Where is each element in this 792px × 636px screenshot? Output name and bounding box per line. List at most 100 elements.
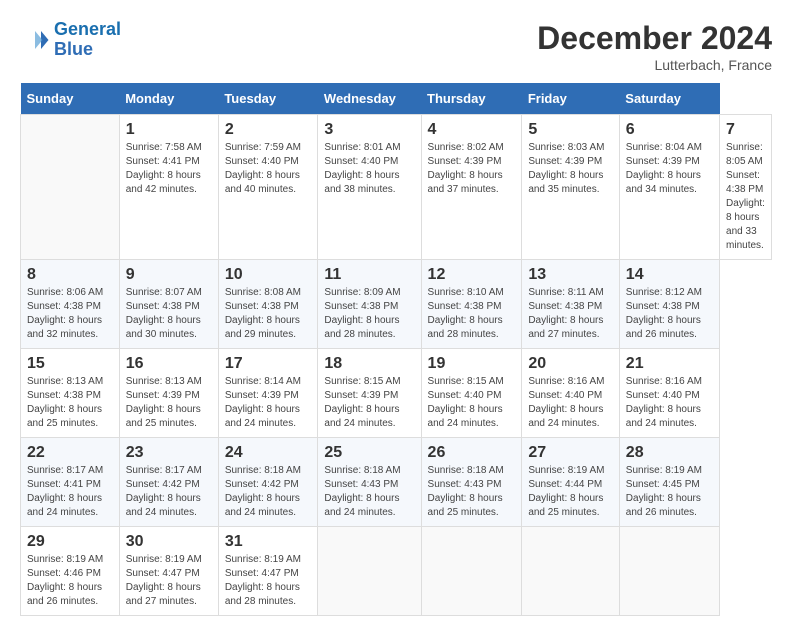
calendar-cell	[21, 115, 120, 260]
day-info: Sunrise: 8:06 AM Sunset: 4:38 PM Dayligh…	[27, 286, 113, 342]
column-header-friday: Friday	[522, 83, 619, 115]
day-info: Sunrise: 8:19 AM Sunset: 4:47 PM Dayligh…	[126, 553, 212, 609]
day-info: Sunrise: 8:19 AM Sunset: 4:44 PM Dayligh…	[528, 464, 612, 520]
day-number: 26	[428, 444, 516, 462]
day-info: Sunrise: 8:14 AM Sunset: 4:39 PM Dayligh…	[225, 375, 312, 431]
calendar-week-row: 15Sunrise: 8:13 AM Sunset: 4:38 PM Dayli…	[21, 349, 772, 438]
day-info: Sunrise: 8:19 AM Sunset: 4:46 PM Dayligh…	[27, 553, 113, 609]
logo-text: General Blue	[54, 20, 121, 60]
calendar-table: SundayMondayTuesdayWednesdayThursdayFrid…	[20, 83, 772, 616]
calendar-cell: 2 Sunrise: 7:59 AM Sunset: 4:40 PM Daylig…	[218, 115, 318, 260]
calendar-cell: 28 Sunrise: 8:19 AM Sunset: 4:45 PM Dayli…	[619, 438, 719, 527]
day-number: 24	[225, 444, 312, 462]
day-number: 21	[626, 355, 713, 373]
calendar-cell: 26 Sunrise: 8:18 AM Sunset: 4:43 PM Dayli…	[421, 438, 522, 527]
calendar-cell: 20Sunrise: 8:16 AM Sunset: 4:40 PM Dayli…	[522, 349, 619, 438]
calendar-week-row: 29 Sunrise: 8:19 AM Sunset: 4:46 PM Dayli…	[21, 527, 772, 616]
calendar-cell: 16 Sunrise: 8:13 AM Sunset: 4:39 PM Dayli…	[119, 349, 218, 438]
day-number: 3	[324, 121, 414, 139]
day-info: Sunrise: 8:04 AM Sunset: 4:39 PM Dayligh…	[626, 141, 713, 197]
day-number: 12	[428, 266, 516, 284]
day-number: 31	[225, 533, 312, 551]
day-number: 22	[27, 444, 113, 462]
calendar-cell: 19Sunrise: 8:15 AM Sunset: 4:40 PM Dayli…	[421, 349, 522, 438]
calendar-cell	[421, 527, 522, 616]
day-info: Sunrise: 8:17 AM Sunset: 4:41 PM Dayligh…	[27, 464, 113, 520]
day-number: 23	[126, 444, 212, 462]
day-info: Sunrise: 8:01 AM Sunset: 4:40 PM Dayligh…	[324, 141, 414, 197]
day-info: Sunrise: 7:58 AM Sunset: 4:41 PM Dayligh…	[126, 141, 212, 197]
day-number: 16	[126, 355, 212, 373]
day-number: 11	[324, 266, 414, 284]
calendar-cell: 29 Sunrise: 8:19 AM Sunset: 4:46 PM Dayli…	[21, 527, 120, 616]
calendar-cell: 1Sunrise: 7:58 AM Sunset: 4:41 PM Daylig…	[119, 115, 218, 260]
calendar-cell	[522, 527, 619, 616]
day-number: 30	[126, 533, 212, 551]
logo-line2: Blue	[54, 39, 93, 59]
calendar-cell: 23 Sunrise: 8:17 AM Sunset: 4:42 PM Dayli…	[119, 438, 218, 527]
day-info: Sunrise: 8:16 AM Sunset: 4:40 PM Dayligh…	[626, 375, 713, 431]
column-header-thursday: Thursday	[421, 83, 522, 115]
calendar-cell: 12 Sunrise: 8:10 AM Sunset: 4:38 PM Dayli…	[421, 260, 522, 349]
title-section: December 2024 Lutterbach, France	[537, 20, 772, 73]
day-info: Sunrise: 8:18 AM Sunset: 4:42 PM Dayligh…	[225, 464, 312, 520]
calendar-cell	[318, 527, 421, 616]
calendar-cell: 10Sunrise: 8:08 AM Sunset: 4:38 PM Dayli…	[218, 260, 318, 349]
column-header-monday: Monday	[119, 83, 218, 115]
day-info: Sunrise: 8:11 AM Sunset: 4:38 PM Dayligh…	[528, 286, 612, 342]
day-info: Sunrise: 8:02 AM Sunset: 4:39 PM Dayligh…	[428, 141, 516, 197]
day-number: 2	[225, 121, 312, 139]
day-number: 13	[528, 266, 612, 284]
calendar-cell: 24 Sunrise: 8:18 AM Sunset: 4:42 PM Dayli…	[218, 438, 318, 527]
day-number: 17	[225, 355, 312, 373]
calendar-cell: 5Sunrise: 8:03 AM Sunset: 4:39 PM Daylig…	[522, 115, 619, 260]
day-info: Sunrise: 8:10 AM Sunset: 4:38 PM Dayligh…	[428, 286, 516, 342]
calendar-cell: 22 Sunrise: 8:17 AM Sunset: 4:41 PM Dayli…	[21, 438, 120, 527]
day-info: Sunrise: 8:19 AM Sunset: 4:45 PM Dayligh…	[626, 464, 713, 520]
calendar-cell: 9 Sunrise: 8:07 AM Sunset: 4:38 PM Daylig…	[119, 260, 218, 349]
day-info: Sunrise: 8:09 AM Sunset: 4:38 PM Dayligh…	[324, 286, 414, 342]
calendar-cell: 31 Sunrise: 8:19 AM Sunset: 4:47 PM Dayli…	[218, 527, 318, 616]
logo-line1: General	[54, 19, 121, 39]
column-header-saturday: Saturday	[619, 83, 719, 115]
day-info: Sunrise: 8:16 AM Sunset: 4:40 PM Dayligh…	[528, 375, 612, 431]
day-number: 27	[528, 444, 612, 462]
day-info: Sunrise: 8:05 AM Sunset: 4:38 PM Dayligh…	[726, 141, 765, 253]
calendar-week-row: 22 Sunrise: 8:17 AM Sunset: 4:41 PM Dayli…	[21, 438, 772, 527]
calendar-cell: 11 Sunrise: 8:09 AM Sunset: 4:38 PM Dayli…	[318, 260, 421, 349]
logo: General Blue	[20, 20, 121, 60]
day-info: Sunrise: 8:03 AM Sunset: 4:39 PM Dayligh…	[528, 141, 612, 197]
day-number: 9	[126, 266, 212, 284]
calendar-cell: 14Sunrise: 8:12 AM Sunset: 4:38 PM Dayli…	[619, 260, 719, 349]
calendar-cell: 7 Sunrise: 8:05 AM Sunset: 4:38 PM Daylig…	[720, 115, 772, 260]
day-number: 18	[324, 355, 414, 373]
day-info: Sunrise: 8:13 AM Sunset: 4:39 PM Dayligh…	[126, 375, 212, 431]
day-number: 7	[726, 121, 765, 139]
day-number: 29	[27, 533, 113, 551]
day-number: 8	[27, 266, 113, 284]
day-info: Sunrise: 8:18 AM Sunset: 4:43 PM Dayligh…	[428, 464, 516, 520]
day-info: Sunrise: 8:17 AM Sunset: 4:42 PM Dayligh…	[126, 464, 212, 520]
day-info: Sunrise: 8:15 AM Sunset: 4:39 PM Dayligh…	[324, 375, 414, 431]
calendar-cell: 15Sunrise: 8:13 AM Sunset: 4:38 PM Dayli…	[21, 349, 120, 438]
calendar-cell: 27 Sunrise: 8:19 AM Sunset: 4:44 PM Dayli…	[522, 438, 619, 527]
calendar-cell: 8 Sunrise: 8:06 AM Sunset: 4:38 PM Daylig…	[21, 260, 120, 349]
calendar-week-row: 8 Sunrise: 8:06 AM Sunset: 4:38 PM Daylig…	[21, 260, 772, 349]
day-info: Sunrise: 8:07 AM Sunset: 4:38 PM Dayligh…	[126, 286, 212, 342]
calendar-cell: 18 Sunrise: 8:15 AM Sunset: 4:39 PM Dayli…	[318, 349, 421, 438]
day-number: 15	[27, 355, 113, 373]
page-subtitle: Lutterbach, France	[537, 57, 772, 73]
calendar-week-row: 1Sunrise: 7:58 AM Sunset: 4:41 PM Daylig…	[21, 115, 772, 260]
day-info: Sunrise: 7:59 AM Sunset: 4:40 PM Dayligh…	[225, 141, 312, 197]
calendar-cell: 4 Sunrise: 8:02 AM Sunset: 4:39 PM Daylig…	[421, 115, 522, 260]
logo-icon	[20, 25, 50, 55]
column-header-tuesday: Tuesday	[218, 83, 318, 115]
calendar-header-row: SundayMondayTuesdayWednesdayThursdayFrid…	[21, 83, 772, 115]
column-header-wednesday: Wednesday	[318, 83, 421, 115]
day-info: Sunrise: 8:19 AM Sunset: 4:47 PM Dayligh…	[225, 553, 312, 609]
day-number: 28	[626, 444, 713, 462]
column-header-sunday: Sunday	[21, 83, 120, 115]
day-number: 4	[428, 121, 516, 139]
day-number: 25	[324, 444, 414, 462]
calendar-cell	[619, 527, 719, 616]
